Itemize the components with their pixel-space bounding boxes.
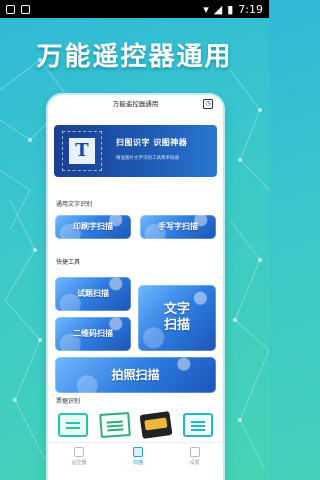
wifi-icon: ▾: [203, 2, 209, 16]
tab-remote[interactable]: 遥控器: [71, 447, 86, 466]
text-scan-button[interactable]: 文字 扫描: [138, 285, 216, 351]
text-t-icon: T: [69, 138, 95, 164]
gear-icon: [189, 447, 200, 457]
hero-title: 万能遥控器通用: [36, 42, 233, 72]
remote-icon: [73, 447, 84, 457]
notification-icon: [6, 4, 15, 14]
exam-scan-button[interactable]: 试题扫描: [55, 277, 131, 311]
tab-settings[interactable]: 设置: [189, 447, 200, 466]
ocr-banner[interactable]: T 扫图识字 识图神器 精准图片文字识别工具简单快速: [54, 125, 217, 177]
section-quick-tools: 快捷工具: [56, 259, 81, 266]
handwriting-scan-button[interactable]: 手写字扫描: [140, 215, 216, 239]
tab-scan[interactable]: 扫描: [132, 447, 143, 466]
photo-scan-button[interactable]: 拍照扫描: [55, 357, 216, 393]
section-ticket-recognition: 票据识别: [56, 398, 81, 405]
status-time: 7:19: [238, 2, 263, 16]
document-icon[interactable]: [182, 413, 213, 437]
section-text-recognition: 通用文字识别: [56, 201, 93, 208]
app-title-bar: 万能遥控器通用 ◷: [48, 95, 223, 111]
receipt-icon[interactable]: [98, 411, 131, 439]
bottom-tab-bar: 遥控器 扫描 设置: [48, 442, 223, 470]
print-scan-button[interactable]: 印刷字扫描: [55, 215, 131, 239]
scan-icon: [132, 447, 143, 457]
scan-frame-icon: T: [62, 131, 102, 171]
phone-mockup: 万能遥控器通用 ◷ T 扫图识字 识图神器 精准图片文字识别工具简单快速 通用文…: [48, 95, 223, 480]
ticket-icons-row: [58, 411, 213, 439]
invoice-icon[interactable]: [58, 413, 88, 437]
banner-title: 扫图识字 识图神器: [116, 138, 188, 147]
history-icon[interactable]: ◷: [203, 99, 213, 109]
banner-subtitle: 精准图片文字识别工具简单快速: [116, 156, 179, 161]
status-bar: ▾ ◢ ▮ 7:19: [0, 0, 269, 18]
battery-icon: ▮: [227, 2, 234, 16]
notification-icon-2: [21, 4, 30, 14]
signal-icon: ◢: [213, 2, 223, 16]
qr-scan-button[interactable]: 二维码扫描: [55, 317, 131, 351]
bank-card-icon[interactable]: [139, 411, 173, 439]
app-title: 万能遥控器通用: [112, 100, 159, 108]
